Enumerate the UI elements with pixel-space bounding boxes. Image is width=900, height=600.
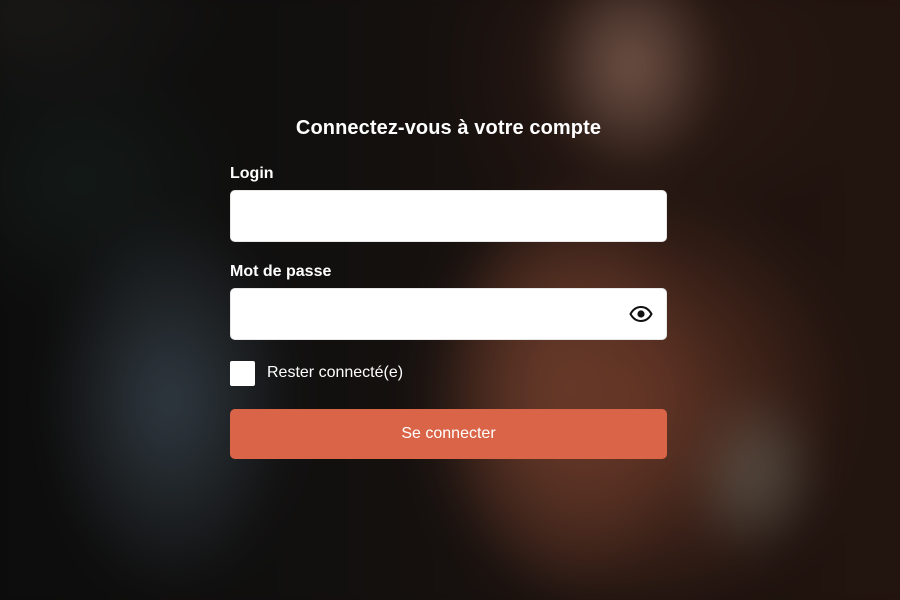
login-form: Connectez-vous à votre compte Login Mot … xyxy=(230,112,667,459)
remember-me-label[interactable]: Rester connecté(e) xyxy=(267,363,403,383)
remember-me-row: Rester connecté(e) xyxy=(230,360,667,386)
page-title: Connectez-vous à votre compte xyxy=(295,117,602,139)
remember-me-checkbox[interactable] xyxy=(230,360,255,386)
login-label: Login xyxy=(230,165,274,182)
login-field-wrapper xyxy=(230,190,667,242)
password-field-wrapper xyxy=(230,288,667,340)
login-input[interactable] xyxy=(230,190,667,242)
login-page: Connectez-vous à votre compte Login Mot … xyxy=(0,0,900,600)
password-input[interactable] xyxy=(230,288,667,340)
login-button[interactable]: Se connecter xyxy=(230,409,667,459)
eye-icon[interactable] xyxy=(629,302,653,326)
password-label: Mot de passe xyxy=(230,263,332,280)
